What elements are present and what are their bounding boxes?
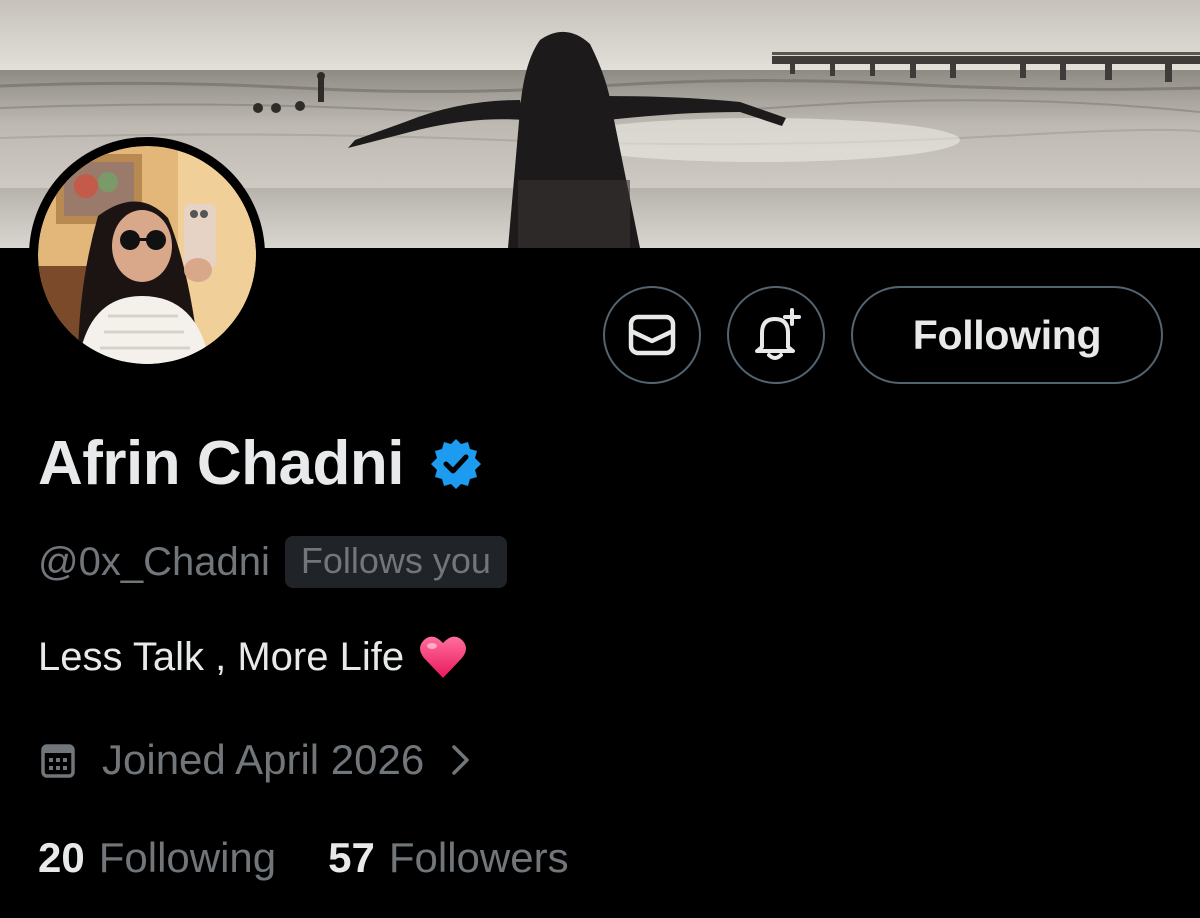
following-count: 20 xyxy=(38,834,85,881)
display-name: Afrin Chadni xyxy=(38,429,404,498)
followers-stat[interactable]: 57 Followers xyxy=(328,834,568,882)
joined-date: Joined April 2026 xyxy=(102,736,425,783)
following-label: Following xyxy=(98,834,277,881)
profile-page: Following Afrin Chadni @0x_Chadni Follow… xyxy=(0,0,1200,918)
profile-bio: Less Talk , More Life xyxy=(38,634,468,680)
joined-row: Joined April 2026 xyxy=(40,736,472,784)
heart-emoji-icon xyxy=(418,634,468,680)
followers-label: Followers xyxy=(388,834,569,881)
handle-row: @0x_Chadni Follows you xyxy=(38,536,507,588)
mail-icon xyxy=(627,310,677,360)
profile-avatar[interactable] xyxy=(29,137,265,373)
name-row: Afrin Chadni xyxy=(38,428,484,499)
following-button[interactable]: Following xyxy=(851,286,1163,384)
message-button[interactable] xyxy=(603,286,701,384)
bell-plus-icon xyxy=(748,307,804,363)
bio-text: Less Talk , More Life xyxy=(38,634,405,679)
following-stat[interactable]: 20 Following xyxy=(38,834,276,882)
username-handle: @0x_Chadni xyxy=(38,539,270,584)
followers-count: 57 xyxy=(328,834,375,881)
follow-stats: 20 Following 57 Followers xyxy=(38,834,569,882)
chevron-right-icon[interactable] xyxy=(450,743,472,777)
follows-you-badge: Follows you xyxy=(284,536,507,588)
verified-badge-icon[interactable] xyxy=(428,436,484,492)
calendar-icon xyxy=(40,741,76,779)
notify-button[interactable] xyxy=(727,286,825,384)
profile-actions: Following xyxy=(603,286,1163,384)
